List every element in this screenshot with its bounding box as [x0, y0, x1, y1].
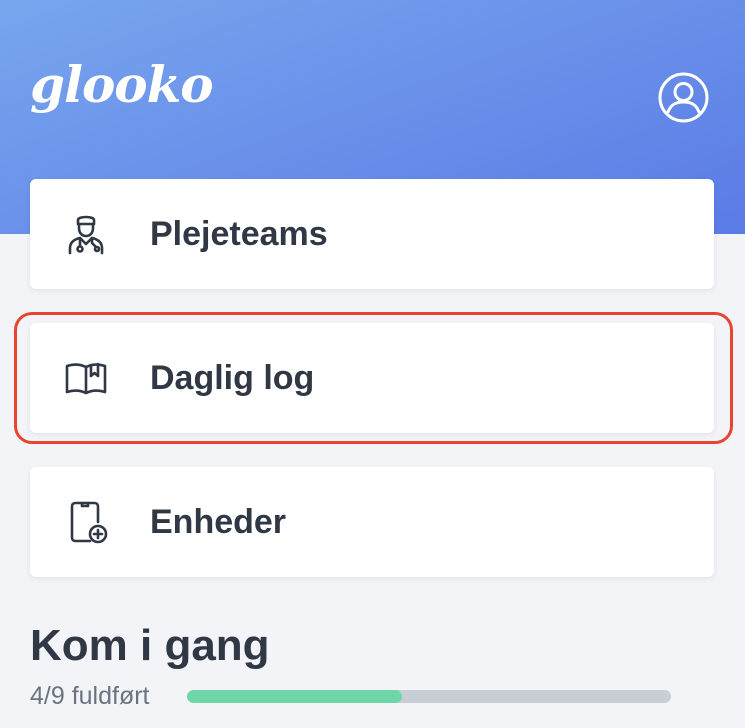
- progress-bar: [187, 690, 671, 703]
- menu-item-label: Plejeteams: [150, 215, 328, 253]
- profile-button[interactable]: [657, 71, 710, 124]
- care-team-icon: [68, 215, 104, 255]
- glooko-logo: glooko: [30, 55, 214, 114]
- section-title-kom-i-gang: Kom i gang: [30, 621, 270, 670]
- menu-item-enheder[interactable]: Enheder: [30, 467, 714, 577]
- user-circle-icon: [658, 72, 709, 123]
- menu-item-label: Daglig log: [150, 359, 315, 397]
- menu-item-daglig-log[interactable]: Daglig log: [30, 323, 714, 433]
- menu-item-plejeteams[interactable]: Plejeteams: [30, 179, 714, 289]
- progress-label: 4/9 fuldført: [30, 682, 150, 710]
- progress-bar-fill: [187, 690, 402, 703]
- device-add-icon: [70, 501, 108, 544]
- book-icon: [65, 362, 107, 395]
- menu-item-label: Enheder: [150, 503, 287, 541]
